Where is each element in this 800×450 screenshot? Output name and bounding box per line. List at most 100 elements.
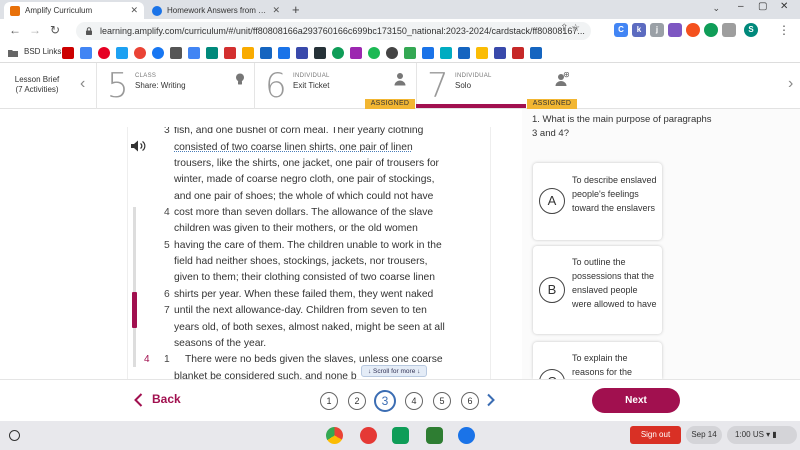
page-button-5[interactable]: 5: [433, 392, 451, 410]
passage-scroll-track[interactable]: [133, 207, 136, 367]
date-display[interactable]: Sep 14: [686, 426, 722, 444]
speaker-icon[interactable]: [130, 139, 148, 153]
page-button-3-current[interactable]: 3: [374, 390, 396, 412]
bookmark-icon[interactable]: [350, 47, 362, 59]
answer-choice-a[interactable]: A To describe enslaved people's feelings…: [533, 163, 662, 240]
bookmark-icon[interactable]: [224, 47, 236, 59]
person-icon: [394, 73, 406, 86]
tab-homework-answers[interactable]: Homework Answers from Subje ✕: [146, 2, 286, 19]
close-tab-icon[interactable]: ✕: [130, 5, 138, 16]
bookmark-icon[interactable]: [512, 47, 524, 59]
address-bar[interactable]: learning.amplify.com/curriculum/#/unit/f…: [76, 22, 591, 40]
bookmark-icon[interactable]: [134, 47, 146, 59]
page-button-4[interactable]: 4: [405, 392, 423, 410]
launcher-icon[interactable]: [9, 430, 20, 441]
passage-line: field had neither shoes, stockings, jack…: [174, 256, 428, 267]
back-chevron-icon[interactable]: [134, 393, 143, 407]
bookmark-icon[interactable]: [242, 47, 254, 59]
close-tab-icon[interactable]: ✕: [272, 5, 280, 16]
line-number: 3: [164, 127, 170, 136]
line-number: 4: [164, 207, 170, 218]
extension-c-icon[interactable]: C: [614, 23, 628, 37]
bookmark-icon[interactable]: [278, 47, 290, 59]
passage-line: given to them; their clothing consisted …: [174, 272, 435, 283]
page-button-6[interactable]: 6: [461, 392, 479, 410]
bookmark-icon[interactable]: [440, 47, 452, 59]
passage-line: trousers, like the shirts, one jacket, o…: [174, 158, 439, 169]
next-page-chevron-icon[interactable]: [486, 393, 496, 407]
question-prompt: 1. What is the main purpose of paragraph…: [532, 114, 712, 139]
sign-out-button[interactable]: Sign out: [630, 426, 681, 444]
app-icon[interactable]: [426, 427, 443, 444]
bookmark-icon[interactable]: [116, 47, 128, 59]
classroom-app-icon[interactable]: [392, 427, 409, 444]
tab-search-icon[interactable]: ⌄: [712, 3, 720, 14]
bookmark-icon[interactable]: [476, 47, 488, 59]
bookmark-folder-icon[interactable]: [8, 48, 18, 58]
bookmark-icon[interactable]: [188, 47, 200, 59]
bookmark-netflix-icon[interactable]: [62, 47, 74, 59]
bookmark-icon[interactable]: [530, 47, 542, 59]
bookmark-spotify-icon[interactable]: [368, 47, 380, 59]
bookmark-icon[interactable]: [296, 47, 308, 59]
forward-arrow-icon[interactable]: →: [29, 23, 41, 37]
camera-app-icon[interactable]: [458, 427, 475, 444]
previous-activity-chevron-icon[interactable]: ‹: [80, 75, 85, 93]
extension-red-icon[interactable]: [686, 23, 700, 37]
bookmark-icon[interactable]: [314, 47, 326, 59]
bookmark-icon[interactable]: [170, 47, 182, 59]
assigned-badge: ASSIGNED: [365, 99, 415, 109]
passage-scroll-thumb[interactable]: [132, 292, 137, 328]
bookmark-icon[interactable]: [152, 47, 164, 59]
lesson-brief-button[interactable]: Lesson Brief (7 Activities): [0, 75, 74, 95]
minimize-icon[interactable]: –: [738, 1, 744, 12]
activity-kind: INDIVIDUAL: [293, 73, 330, 79]
bookmark-icon[interactable]: [404, 47, 416, 59]
tab-title: Homework Answers from Subje: [167, 6, 268, 15]
back-arrow-icon[interactable]: ←: [9, 23, 21, 37]
extension-k-icon[interactable]: k: [632, 23, 646, 37]
bookmark-pinterest-icon[interactable]: [98, 47, 110, 59]
reading-passage[interactable]: 3 fish, and one bushel of corn meal. The…: [127, 127, 491, 379]
activity-6[interactable]: 6 INDIVIDUAL Exit Ticket ASSIGNED: [254, 63, 416, 109]
bookmark-icon[interactable]: [458, 47, 470, 59]
system-tray[interactable]: 1:00 US ▾ ▮: [727, 426, 797, 444]
activity-7[interactable]: 7 INDIVIDUAL Solo ASSIGNED: [416, 63, 578, 109]
bookmark-google-icon[interactable]: [80, 47, 92, 59]
page-button-2[interactable]: 2: [348, 392, 366, 410]
page-button-1[interactable]: 1: [320, 392, 338, 410]
extension-j-icon[interactable]: j: [650, 23, 664, 37]
bookmark-icon[interactable]: [332, 47, 344, 59]
next-activity-chevron-icon[interactable]: ›: [788, 75, 793, 93]
bookmark-bsd-links[interactable]: BSD Links: [24, 47, 61, 56]
lesson-header: Lesson Brief (7 Activities) ‹ 5 CLASS Sh…: [0, 63, 800, 109]
activity-5[interactable]: 5 CLASS Share: Writing: [96, 63, 254, 109]
browser-toolbar: ← → ↻ learning.amplify.com/curriculum/#/…: [0, 19, 800, 43]
maximize-icon[interactable]: ▢: [758, 1, 767, 12]
scroll-for-more-button[interactable]: ↓ Scroll for more ↓: [361, 365, 428, 377]
bookmark-icon[interactable]: [422, 47, 434, 59]
extension-purple-icon[interactable]: [668, 23, 682, 37]
close-window-icon[interactable]: ✕: [780, 1, 788, 12]
back-button[interactable]: Back: [152, 392, 181, 406]
chrome-app-icon[interactable]: [326, 427, 343, 444]
url-text: learning.amplify.com/curriculum/#/unit/f…: [100, 26, 585, 36]
browser-menu-icon[interactable]: ⋮: [778, 23, 790, 37]
extension-green-icon[interactable]: [704, 23, 718, 37]
profile-avatar[interactable]: S: [744, 23, 758, 37]
passage-line: cost more than seven dollars. The allowa…: [174, 207, 434, 218]
extensions-puzzle-icon[interactable]: [722, 23, 736, 37]
bookmark-icon[interactable]: [386, 47, 398, 59]
bookmark-star-icon[interactable]: ⇪ ☆: [560, 23, 580, 34]
reload-icon[interactable]: ↻: [50, 23, 60, 37]
new-tab-button[interactable]: +: [292, 2, 300, 17]
bookmark-icon[interactable]: [494, 47, 506, 59]
tab-amplify-curriculum[interactable]: Amplify Curriculum ✕: [4, 2, 144, 19]
bookmark-icon[interactable]: [206, 47, 218, 59]
passage-line: shirts per year. When these failed them,…: [174, 289, 434, 300]
answer-choice-b[interactable]: B To outline the possessions that the en…: [533, 246, 662, 334]
bookmark-icon[interactable]: [260, 47, 272, 59]
answer-choice-c[interactable]: C To explain the reasons for the: [533, 342, 662, 379]
app-icon[interactable]: [360, 427, 377, 444]
next-button[interactable]: Next: [592, 388, 680, 413]
